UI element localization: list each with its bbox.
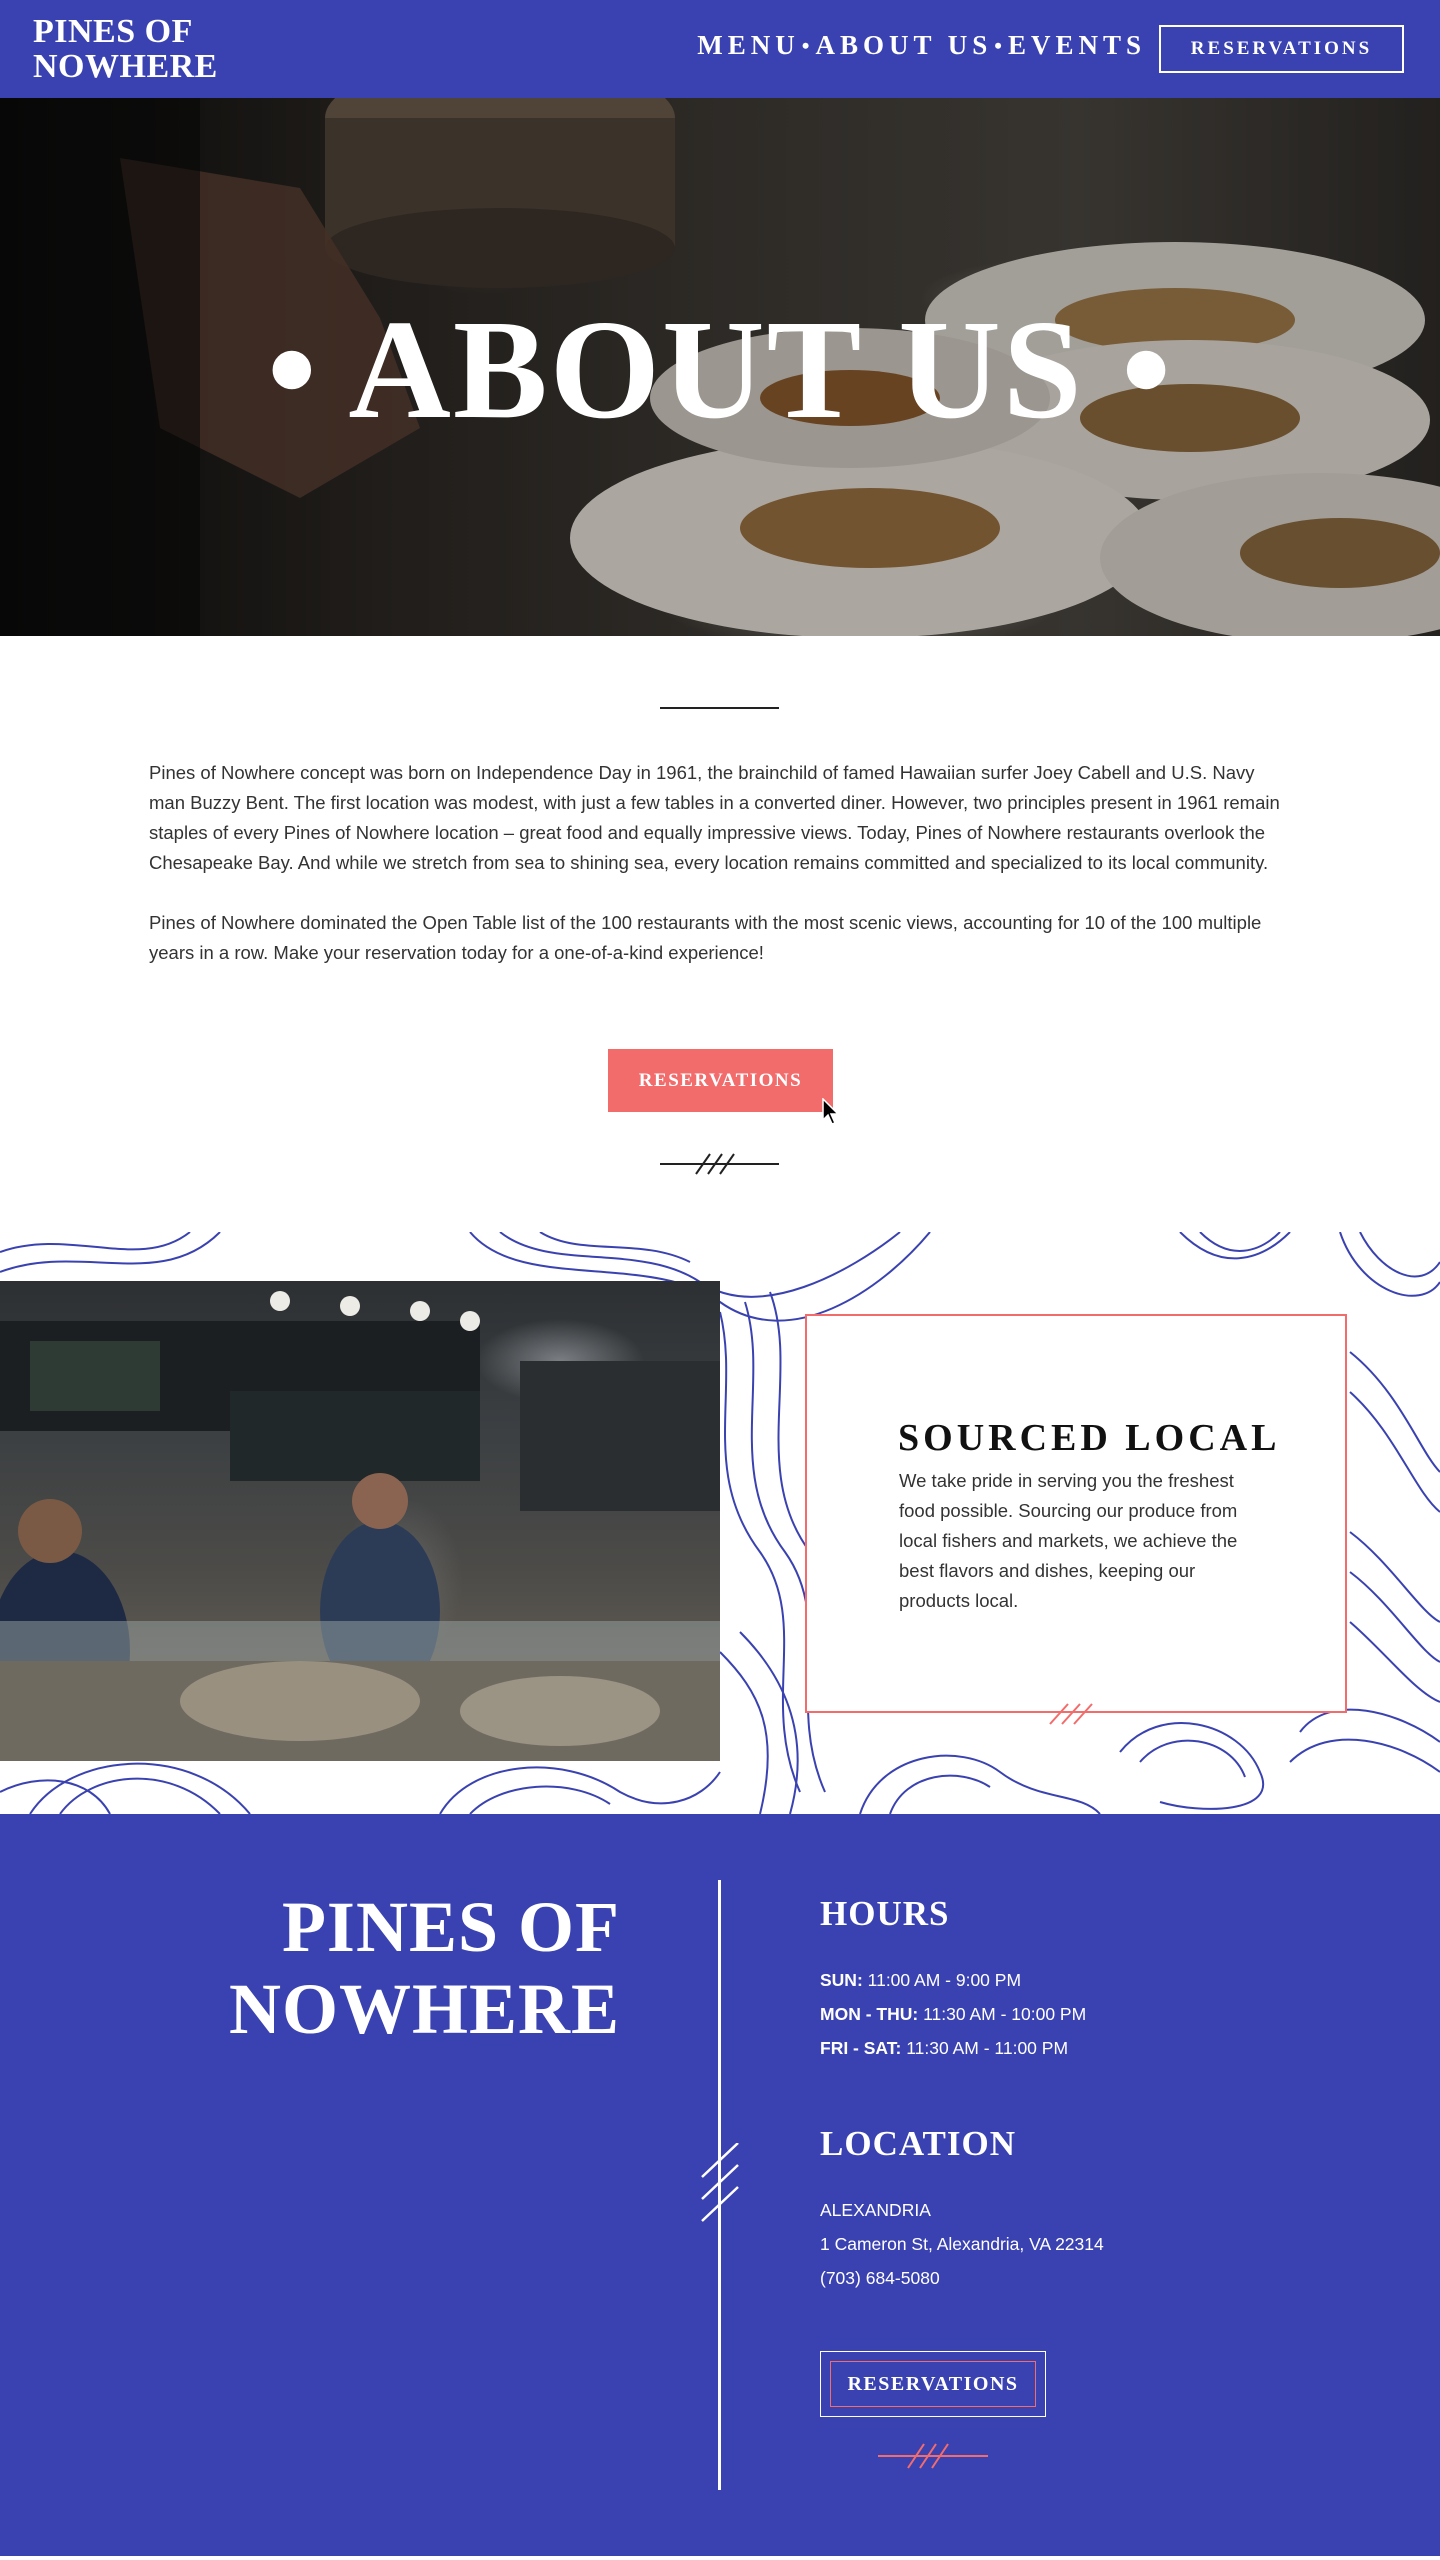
hours-row: MON - THU: 11:30 AM - 10:00 PM bbox=[820, 2004, 1086, 2025]
location-address[interactable]: 1 Cameron St, Alexandria, VA 22314 bbox=[820, 2234, 1104, 2255]
footer-logo: PINES OF NOWHERE bbox=[228, 1887, 620, 2049]
location-phone[interactable]: (703) 684-5080 bbox=[820, 2268, 940, 2289]
section-divider bbox=[660, 707, 779, 709]
site-header: PINES OF NOWHERE MENU • ABOUT US • EVENT… bbox=[0, 0, 1440, 98]
header-reservations-button[interactable]: RESERVATIONS bbox=[1159, 25, 1404, 73]
hours-days: FRI - SAT: bbox=[820, 2038, 902, 2058]
hatch-accent-icon bbox=[1049, 1703, 1093, 1725]
fish-market-photo bbox=[0, 1281, 720, 1761]
about-reservations-button[interactable]: RESERVATIONS bbox=[608, 1049, 833, 1112]
hatch-accent-icon bbox=[701, 2143, 739, 2222]
hours-days: SUN: bbox=[820, 1970, 863, 1990]
footer-reservations-button[interactable]: RESERVATIONS bbox=[820, 2351, 1046, 2417]
nav-events[interactable]: EVENTS bbox=[1008, 30, 1146, 61]
location-city: ALEXANDRIA bbox=[820, 2200, 931, 2220]
hours-days: MON - THU: bbox=[820, 2004, 919, 2024]
hatch-divider-icon bbox=[660, 1153, 779, 1175]
main-nav: MENU • ABOUT US • EVENTS bbox=[697, 30, 1146, 61]
site-logo[interactable]: PINES OF NOWHERE bbox=[33, 14, 273, 84]
hours-time: 11:00 AM - 9:00 PM bbox=[867, 1970, 1022, 1990]
nav-menu[interactable]: MENU bbox=[697, 30, 800, 61]
nav-separator: • bbox=[994, 32, 1002, 58]
hatch-accent-icon bbox=[878, 2443, 988, 2469]
location-heading: LOCATION bbox=[820, 2124, 1016, 2163]
about-paragraph: Pines of Nowhere dominated the Open Tabl… bbox=[149, 912, 1262, 963]
nav-about-us[interactable]: ABOUT US bbox=[815, 30, 992, 61]
footer-reservations-label: RESERVATIONS bbox=[830, 2361, 1036, 2407]
fish-market-illustration bbox=[0, 1291, 720, 1761]
nav-separator: • bbox=[801, 32, 810, 58]
hours-heading: HOURS bbox=[820, 1894, 950, 1933]
mouse-cursor-icon bbox=[822, 1098, 840, 1125]
hours-time: 11:30 AM - 10:00 PM bbox=[923, 2004, 1087, 2024]
sourced-local-text: We take pride in serving you the freshes… bbox=[899, 1470, 1238, 1611]
hours-time: 11:30 AM - 11:00 PM bbox=[906, 2038, 1069, 2058]
hero-banner: • ABOUT US • bbox=[0, 98, 1440, 636]
sourced-local-heading: SOURCED LOCAL bbox=[898, 1417, 1281, 1459]
about-paragraph: Pines of Nowhere concept was born on Ind… bbox=[149, 762, 1280, 873]
about-body: Pines of Nowhere concept was born on Ind… bbox=[149, 758, 1291, 998]
hours-row: SUN: 11:00 AM - 9:00 PM bbox=[820, 1970, 1021, 1991]
page-title: • ABOUT US • bbox=[266, 290, 1174, 448]
hours-row: FRI - SAT: 11:30 AM - 11:00 PM bbox=[820, 2038, 1068, 2059]
